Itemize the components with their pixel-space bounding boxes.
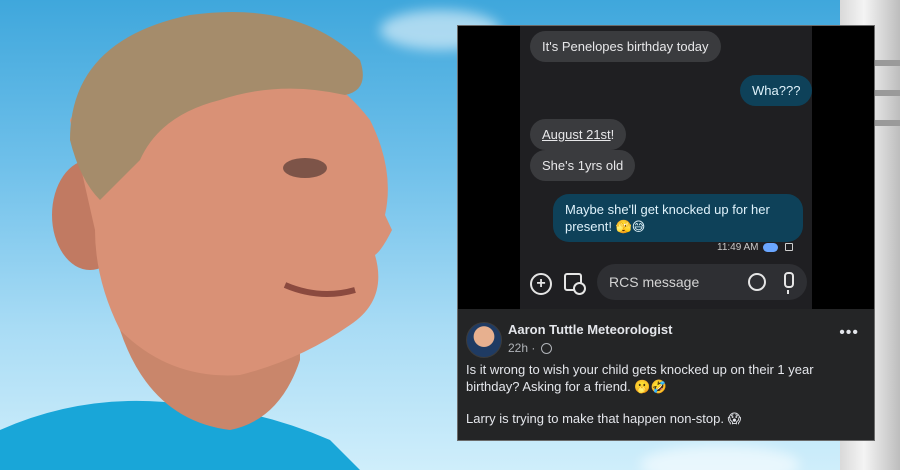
timestamp-text: 11:49 AM xyxy=(717,242,759,253)
cloud xyxy=(640,445,800,470)
message-text: Maybe she'll get knocked up for her pres… xyxy=(565,202,770,234)
post-meta: 22h · xyxy=(508,341,552,355)
facebook-post: Aaron Tuttle Meteorologist 22h · ••• Is … xyxy=(458,309,874,440)
more-options-button[interactable]: ••• xyxy=(839,324,859,342)
message-bubble-incoming: August 21st! xyxy=(530,119,627,150)
post-time[interactable]: 22h xyxy=(508,341,528,355)
post-paragraph: Larry is trying to make that happen non-… xyxy=(466,411,742,426)
composite-screenshot: It's Penelopes birthday today Wha??? Aug… xyxy=(457,25,875,441)
add-attachment-button[interactable]: + xyxy=(530,273,552,295)
message-timestamp: 11:49 AM xyxy=(717,242,794,253)
message-bubble-outgoing: Wha??? xyxy=(740,75,813,106)
message-input-placeholder: RCS message xyxy=(609,274,700,290)
man-portrait xyxy=(0,12,392,470)
post-paragraph: Is it wrong to wish your child gets knoc… xyxy=(466,362,814,394)
gallery-icon[interactable] xyxy=(564,273,586,295)
compose-bar: + RCS message xyxy=(520,258,812,309)
post-author[interactable]: Aaron Tuttle Meteorologist xyxy=(508,322,672,337)
microphone-icon[interactable] xyxy=(784,272,794,294)
chat-screenshot: It's Penelopes birthday today Wha??? Aug… xyxy=(458,26,874,309)
post-body: Is it wrong to wish your child gets knoc… xyxy=(466,361,861,440)
message-text: Wha??? xyxy=(752,83,801,98)
message-bubble-outgoing: Maybe she'll get knocked up for her pres… xyxy=(553,194,803,242)
message-bubble-incoming: She's 1yrs old xyxy=(530,150,636,181)
emoji-icon[interactable] xyxy=(748,273,766,291)
message-bubble-incoming: It's Penelopes birthday today xyxy=(530,31,721,62)
message-text: She's 1yrs old xyxy=(542,158,624,173)
read-receipt-icon xyxy=(763,242,779,252)
date-link[interactable]: August 21st xyxy=(542,127,611,142)
message-text: ! xyxy=(610,127,615,142)
lock-icon xyxy=(785,243,794,252)
globe-icon xyxy=(540,343,552,355)
message-input[interactable]: RCS message xyxy=(597,264,807,300)
message-text: It's Penelopes birthday today xyxy=(542,39,709,54)
avatar[interactable] xyxy=(466,322,502,358)
